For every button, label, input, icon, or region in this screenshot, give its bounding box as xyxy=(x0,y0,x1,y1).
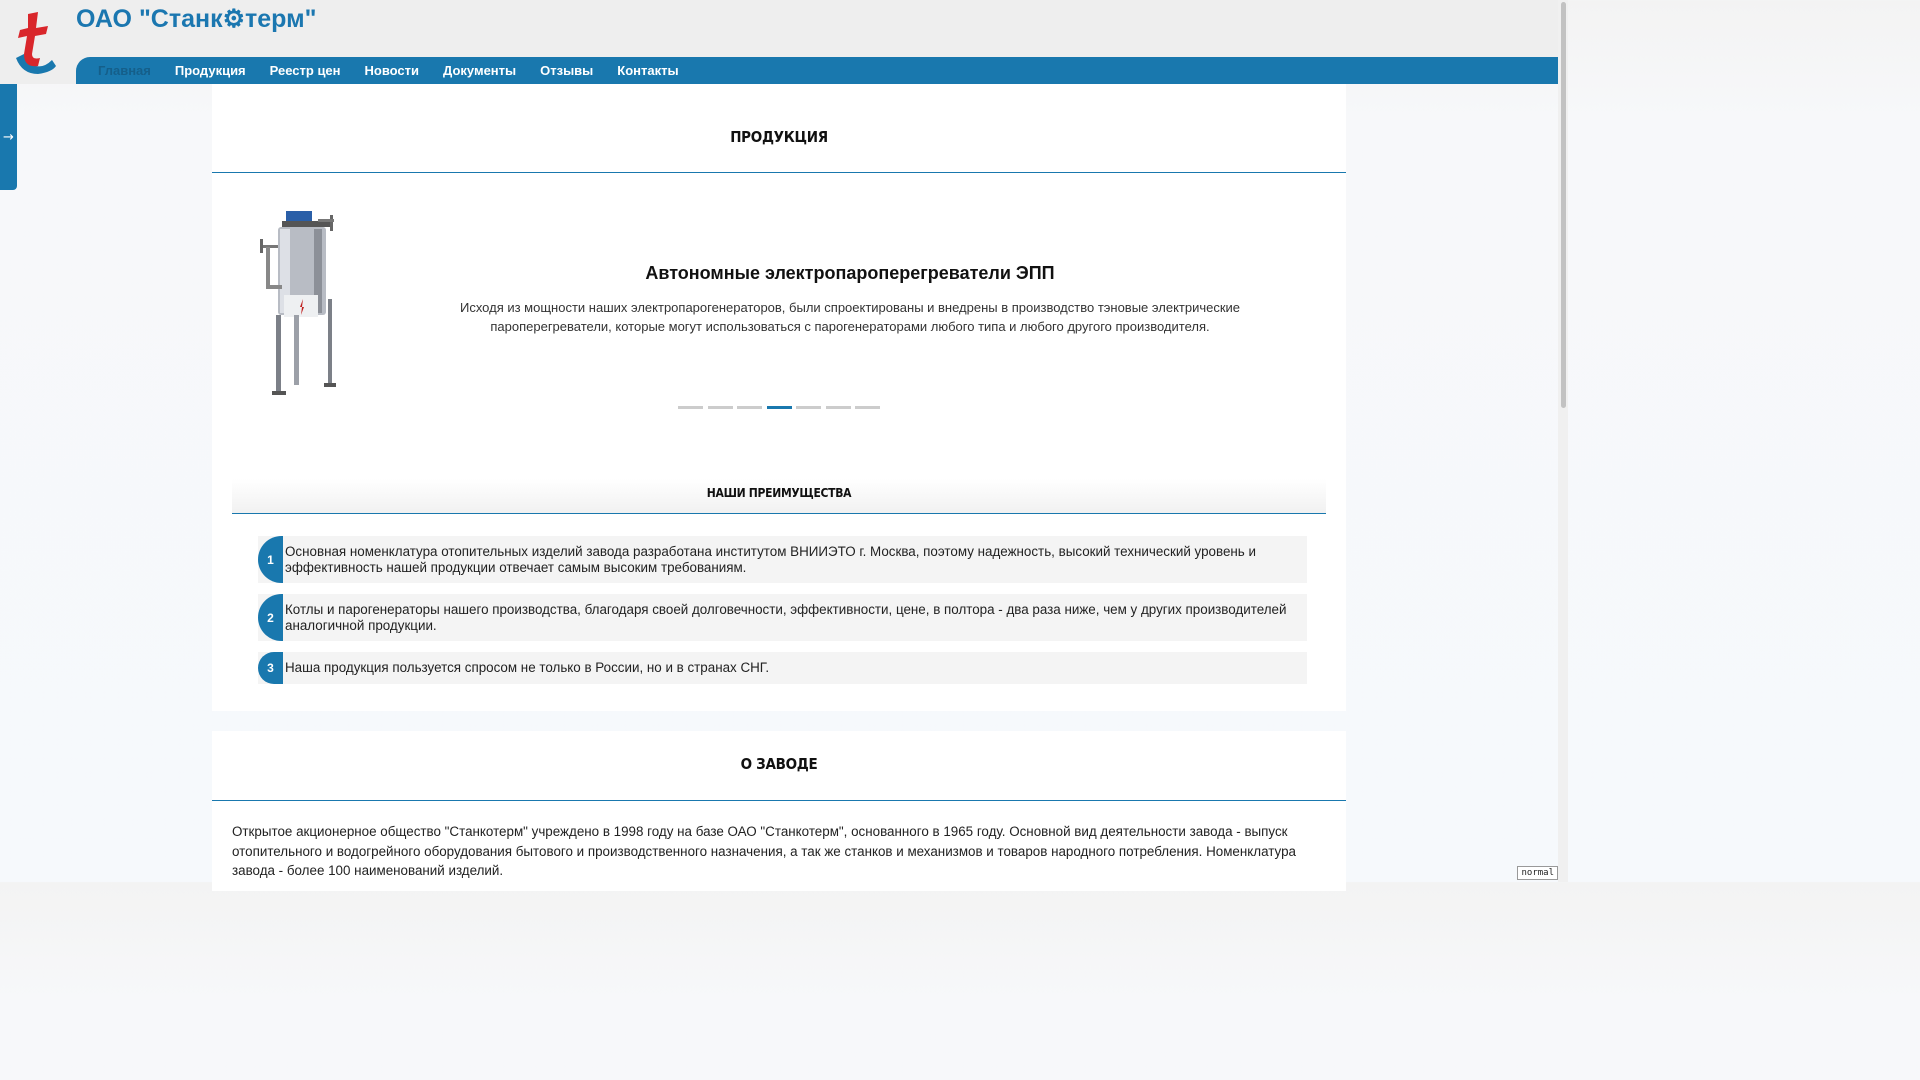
advantage-number: 3 xyxy=(258,652,283,684)
nav-item-contacts[interactable]: Контакты xyxy=(617,63,678,78)
advantage-text: Основная номенклатура отопительных издел… xyxy=(285,544,1256,575)
side-panel-toggle[interactable]: → xyxy=(0,84,17,190)
site-header: ОАО "Станк⚙терм" Главная Продукция Реест… xyxy=(0,0,1558,84)
advantages-header: Наши преимущества xyxy=(232,479,1326,514)
advantage-item: 3 Наша продукция пользуется спросом не т… xyxy=(258,652,1307,684)
status-badge: normal xyxy=(1517,866,1558,880)
products-section: Продукция Автономные электропароперегрев… xyxy=(212,84,1346,711)
slider-dot[interactable] xyxy=(825,406,851,409)
nav-item-products[interactable]: Продукция xyxy=(175,63,246,78)
advantages-list: 1 Основная номенклатура отопительных изд… xyxy=(258,536,1307,695)
advantage-number: 1 xyxy=(258,536,283,583)
nav-item-prices[interactable]: Реестр цен xyxy=(270,63,341,78)
advantage-item: 2 Котлы и парогенераторы нашего производ… xyxy=(258,594,1307,641)
about-section: О заводе Открытое акционерное общество "… xyxy=(212,731,1346,891)
slider-dot[interactable] xyxy=(855,406,880,409)
site-title[interactable]: ОАО "Станк⚙терм" xyxy=(76,4,316,34)
advantage-number: 2 xyxy=(258,594,283,641)
slider-dot[interactable] xyxy=(766,406,792,409)
about-text: Открытое акционерное общество "Станкотер… xyxy=(232,824,1296,878)
arrow-right-icon: → xyxy=(3,129,14,145)
slider-dot[interactable] xyxy=(707,406,733,409)
slide-title: Автономные электропароперегреватели ЭПП xyxy=(645,263,1055,283)
nav-item-reviews[interactable]: Отзывы xyxy=(540,63,593,78)
slider-dot[interactable] xyxy=(737,406,762,409)
product-slide: Автономные электропароперегреватели ЭПП … xyxy=(212,173,1346,453)
advantage-text: Котлы и парогенераторы нашего производст… xyxy=(285,602,1287,633)
steam-superheater-image[interactable] xyxy=(258,209,348,399)
slider-dot[interactable] xyxy=(678,406,703,409)
page-scrollbar[interactable] xyxy=(1558,0,1568,882)
products-heading: Продукция xyxy=(212,84,1346,173)
company-logo[interactable] xyxy=(8,8,58,76)
main-nav: Главная Продукция Реестр цен Новости Док… xyxy=(76,57,1558,84)
nav-item-news[interactable]: Новости xyxy=(365,63,420,78)
slider-dot[interactable] xyxy=(796,406,821,409)
advantage-text: Наша продукция пользуется спросом не тол… xyxy=(285,660,770,676)
scrollbar-thumb[interactable] xyxy=(1561,2,1566,408)
slider-indicators xyxy=(678,406,885,409)
slide-text: Исходя из мощности наших электропарогене… xyxy=(459,300,1241,334)
advantage-item: 1 Основная номенклатура отопительных изд… xyxy=(258,536,1307,583)
nav-item-home[interactable]: Главная xyxy=(98,63,151,78)
nav-item-documents[interactable]: Документы xyxy=(443,63,516,78)
advantages-heading: Наши преимущества xyxy=(706,486,852,500)
about-heading: О заводе xyxy=(212,731,1346,801)
